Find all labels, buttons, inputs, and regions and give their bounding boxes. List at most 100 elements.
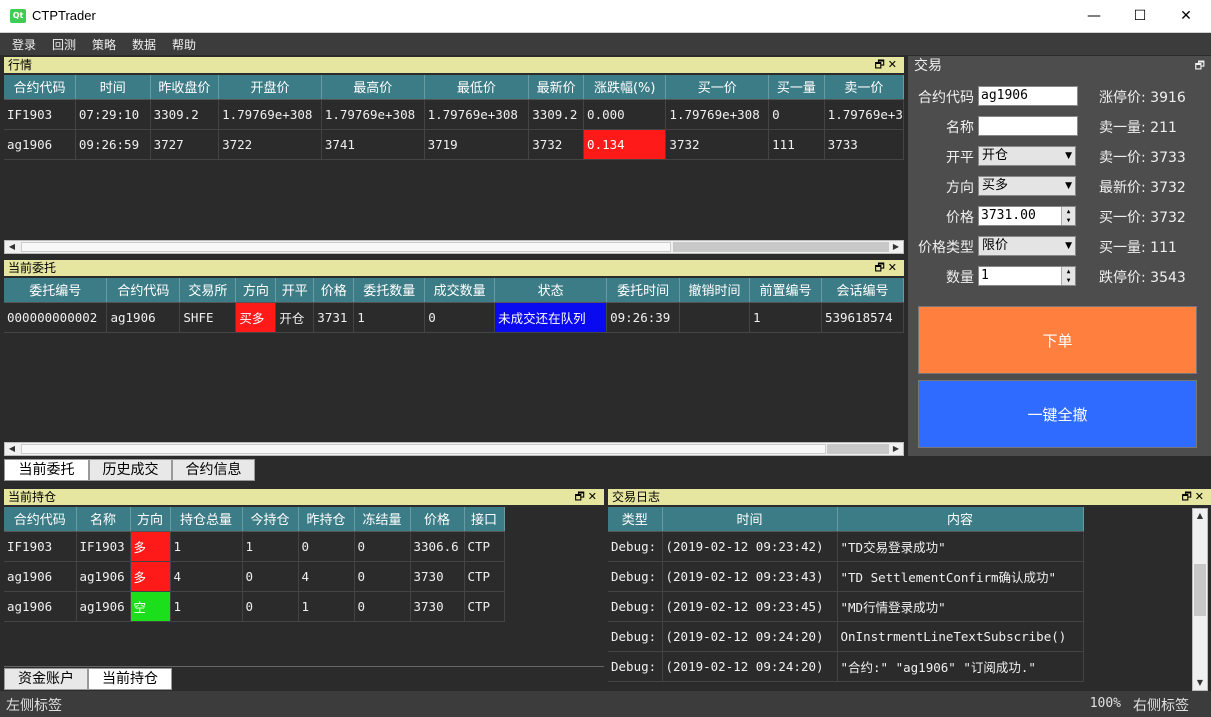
scroll-down-icon[interactable]: ▼ [1193,676,1207,690]
table-row[interactable]: ag1906 ag1906 多 4 0 4 0 3730 CTP [4,561,505,592]
col-header[interactable]: 成交数量 [424,278,496,303]
col-header[interactable]: 冻结量 [354,507,411,532]
col-header[interactable]: 开平 [275,278,315,303]
col-header[interactable]: 今持仓 [242,507,299,532]
col-header[interactable]: 撤销时间 [679,278,751,303]
open-close-select[interactable]: 开仓 ▼ [978,146,1076,166]
direction-select[interactable]: 买多 ▼ [978,176,1076,196]
log-vertical-scrollbar[interactable]: ▲ ▼ [1192,508,1208,691]
log-row[interactable]: Debug: (2019-02-12 09:23:42) "TD交易登录成功" [608,531,1084,562]
ask-price: 卖一价: 3733 [1099,150,1186,166]
col-header[interactable]: 持仓总量 [170,507,243,532]
col-header[interactable]: 涨跌幅(%) [583,75,667,100]
table-row[interactable]: ag1906 ag1906 空 1 0 1 0 3730 CTP [4,591,505,622]
cell: CTP [464,591,505,622]
log-row[interactable]: Debug: (2019-02-12 09:24:20) "合约:" "ag19… [608,651,1084,682]
col-header[interactable]: 前置编号 [749,278,822,303]
cell: 539618574 [821,302,904,333]
log-title: 交易日志 [612,490,661,504]
table-row[interactable]: ag1906 09:26:59 3727 3722 3741 3719 3732… [4,129,904,160]
col-header[interactable]: 会话编号 [821,278,904,303]
col-header[interactable]: 类型 [608,507,663,532]
place-order-button[interactable]: 下单 [918,306,1197,374]
cell: 3727 [150,129,220,160]
table-row[interactable]: IF1903 IF1903 多 1 1 0 0 3306.6 CTP [4,531,505,562]
cell: 0 [768,99,825,130]
col-header[interactable]: 昨持仓 [298,507,355,532]
window-title: CTPTrader [32,8,96,23]
dock-float-close-icons[interactable]: 🗗✕ [874,260,900,276]
table-row[interactable]: 000000000002 ag1906 SHFE 买多 开仓 3731 1 0 … [4,302,904,333]
col-header[interactable]: 开盘价 [218,75,322,100]
cell: 111 [768,129,825,160]
col-header[interactable]: 交易所 [179,278,237,303]
spin-arrows-icon[interactable]: ▲ ▼ [1061,207,1075,225]
symbol-input[interactable]: ag1906 [978,86,1078,106]
dock-float-icon[interactable]: 🗗 [1195,56,1205,76]
col-header[interactable]: 最低价 [424,75,530,100]
menu-backtest[interactable]: 回测 [52,36,76,53]
menu-strategy[interactable]: 策略 [92,36,116,53]
col-header[interactable]: 合约代码 [4,507,77,532]
menu-login[interactable]: 登录 [12,36,36,53]
tab-fund-account[interactable]: 资金账户 [4,668,88,690]
scroll-thumb[interactable] [673,242,889,252]
col-header[interactable]: 合约代码 [106,278,181,303]
scroll-right-icon[interactable]: ▶ [889,443,903,455]
log-row[interactable]: Debug: (2019-02-12 09:23:43) "TD Settlem… [608,561,1084,592]
minimize-button[interactable]: — [1071,0,1117,33]
spin-arrows-icon[interactable]: ▲ ▼ [1061,267,1075,285]
col-header[interactable]: 接口 [464,507,505,532]
col-header[interactable]: 昨收盘价 [150,75,220,100]
col-header[interactable]: 买一价 [665,75,770,100]
col-header[interactable]: 委托时间 [606,278,681,303]
scroll-left-icon[interactable]: ◀ [5,443,19,455]
cell: 0.000 [583,99,667,130]
col-header[interactable]: 卖一价 [824,75,904,100]
scroll-thumb[interactable] [827,444,889,454]
log-dock-title: 交易日志 🗗✕ [608,489,1211,505]
quantity-spinbox[interactable]: 1 ▲ ▼ [978,266,1076,286]
orders-horizontal-scrollbar[interactable]: ◀ ▶ [4,442,904,456]
dock-float-close-icons[interactable]: 🗗✕ [574,489,600,505]
scroll-up-icon[interactable]: ▲ [1193,509,1207,523]
dock-float-close-icons[interactable]: 🗗✕ [1181,489,1207,505]
col-header[interactable]: 时间 [662,507,838,532]
cancel-all-button[interactable]: 一键全撤 [918,380,1197,448]
col-header[interactable]: 最新价 [528,75,585,100]
scroll-right-icon[interactable]: ▶ [889,241,903,253]
quotes-horizontal-scrollbar[interactable]: ◀ ▶ [4,240,904,254]
col-header[interactable]: 价格 [313,278,355,303]
cell: CTP [464,531,505,562]
price-type-select[interactable]: 限价 ▼ [978,236,1076,256]
col-header[interactable]: 方向 [235,278,277,303]
col-header[interactable]: 内容 [837,507,1084,532]
scroll-left-icon[interactable]: ◀ [5,241,19,253]
tab-current-orders[interactable]: 当前委托 [4,459,89,481]
col-header[interactable]: 买一量 [768,75,825,100]
col-header[interactable]: 委托数量 [353,278,426,303]
col-header[interactable]: 价格 [410,507,465,532]
table-row[interactable]: IF1903 07:29:10 3309.2 1.79769e+308 1.79… [4,99,904,130]
col-header[interactable]: 时间 [75,75,151,100]
log-row[interactable]: Debug: (2019-02-12 09:24:20) OnInstrment… [608,621,1084,652]
tab-trade-history[interactable]: 历史成交 [89,459,172,481]
col-header[interactable]: 名称 [76,507,131,532]
tab-contract-info[interactable]: 合约信息 [172,459,255,481]
dock-float-close-icons[interactable]: 🗗✕ [874,57,900,73]
col-header[interactable]: 合约代码 [4,75,76,100]
col-header[interactable]: 状态 [494,278,608,303]
col-header[interactable]: 最高价 [321,75,425,100]
cell: 1 [298,591,355,622]
close-window-button[interactable]: ✕ [1163,0,1209,33]
menu-help[interactable]: 帮助 [172,36,196,53]
price-spinbox[interactable]: 3731.00 ▲ ▼ [978,206,1076,226]
scroll-thumb[interactable] [1194,564,1206,616]
menu-data[interactable]: 数据 [132,36,156,53]
maximize-button[interactable]: ☐ [1117,0,1163,33]
col-header[interactable]: 方向 [130,507,171,532]
name-input[interactable] [978,116,1078,136]
log-row[interactable]: Debug: (2019-02-12 09:23:45) "MD行情登录成功" [608,591,1084,622]
tab-current-positions[interactable]: 当前持仓 [88,668,172,690]
col-header[interactable]: 委托编号 [4,278,108,303]
